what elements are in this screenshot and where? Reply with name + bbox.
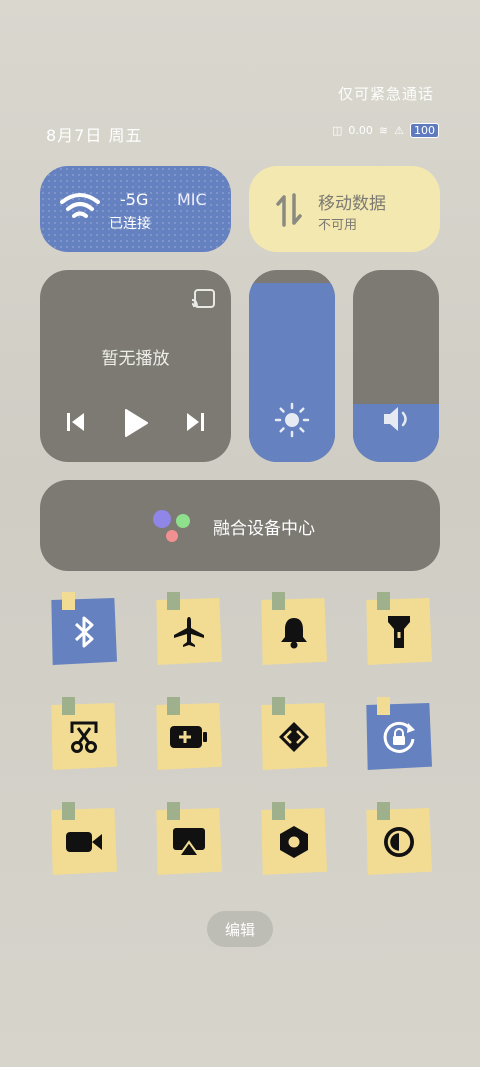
toggle-bluetooth[interactable] [50, 592, 117, 665]
next-icon[interactable] [183, 411, 207, 433]
data-arrows-icon [276, 193, 302, 227]
volume-slider[interactable] [353, 270, 439, 462]
bell-icon [280, 617, 307, 648]
fusion-logo-icon [153, 510, 190, 542]
toggle-rotation-lock[interactable] [365, 697, 432, 770]
previous-icon[interactable] [64, 411, 88, 433]
brightness-slider[interactable] [249, 270, 335, 462]
toggle-screenshot[interactable] [50, 697, 117, 770]
dark-mode-icon [383, 826, 414, 857]
media-status: 暂无播放 [101, 349, 170, 369]
screencast-icon [172, 827, 205, 857]
toggle-flashlight[interactable] [365, 592, 432, 665]
toggle-settings[interactable] [260, 802, 327, 875]
settings-hex-icon [279, 825, 308, 858]
edit-button[interactable]: 编辑 [207, 911, 273, 947]
volume-icon [384, 407, 407, 431]
toggle-ring[interactable] [260, 592, 327, 665]
fusion-label: 融合设备中心 [213, 519, 315, 539]
battery-icon: 100 [410, 123, 439, 138]
brightness-icon [274, 402, 310, 438]
toggle-dark-mode[interactable] [365, 802, 432, 875]
screen-record-icon [65, 831, 102, 852]
media-tile[interactable]: 暂无播放 [40, 270, 231, 462]
flashlight-icon [387, 615, 410, 648]
wifi-icon [60, 193, 100, 218]
toggle-airplane[interactable] [155, 592, 222, 665]
wifi-signal-icon: ≋ [378, 124, 389, 137]
mobile-data-state: 不可用 [318, 218, 358, 233]
connect-icon [278, 721, 309, 752]
toggle-screencast[interactable] [155, 802, 222, 875]
vibrate-icon: ◫ [332, 124, 343, 137]
bluetooth-icon [74, 616, 93, 647]
toggle-screen-record[interactable] [50, 802, 117, 875]
battery-saver-icon [169, 725, 207, 748]
cast-icon[interactable] [190, 288, 216, 310]
wifi-state: 已连接 [109, 216, 151, 232]
wifi-name-extra: MIC [177, 190, 207, 209]
toggle-battery-saver[interactable] [155, 697, 222, 770]
mobile-data-title: 移动数据 [318, 194, 386, 214]
alert-icon: ⚠ [394, 124, 404, 137]
fusion-device-center[interactable]: 融合设备中心 [40, 480, 440, 571]
nfc-icon: 0.00 [348, 124, 373, 137]
wifi-tile[interactable]: -5G MIC 已连接 [40, 166, 231, 252]
emergency-call-text: 仅可紧急通话 [337, 85, 434, 103]
mobile-data-tile[interactable]: 移动数据 不可用 [249, 166, 440, 252]
toggle-connect[interactable] [260, 697, 327, 770]
status-bar: ◫ 0.00 ≋ ⚠ 100 [332, 123, 439, 138]
date-text: 8月7日 周五 [46, 126, 143, 145]
screenshot-icon [70, 721, 97, 753]
rotation-lock-icon [383, 721, 415, 753]
play-icon[interactable] [123, 408, 149, 438]
airplane-icon [173, 616, 204, 647]
wifi-name: -5G [120, 190, 149, 209]
